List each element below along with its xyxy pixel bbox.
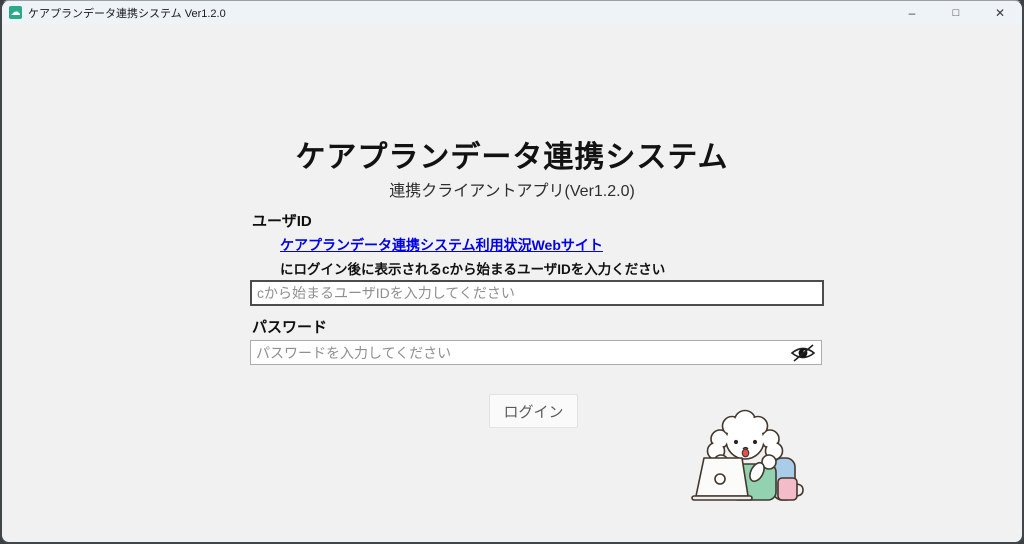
password-input[interactable]: [250, 340, 822, 365]
titlebar: ☁ ケアプランデータ連携システム Ver1.2.0 – □ ✕: [2, 1, 1022, 24]
poodle-at-laptop-illustration: [691, 409, 804, 501]
usage-website-link[interactable]: ケアプランデータ連携システム利用状況Webサイト: [280, 235, 603, 255]
page-title: ケアプランデータ連携システム: [295, 141, 729, 174]
user-id-instruction: にログイン後に表示されるcから始まるユーザIDを入力ください: [280, 262, 666, 277]
app-icon: ☁: [9, 6, 22, 19]
page-subtitle: 連携クライアントアプリ(Ver1.2.0): [389, 183, 635, 200]
maximize-button[interactable]: □: [934, 1, 978, 24]
minimize-button[interactable]: –: [890, 1, 934, 24]
window-title: ケアプランデータ連携システム Ver1.2.0: [28, 7, 226, 20]
user-id-label: ユーザID: [252, 213, 312, 230]
close-button[interactable]: ✕: [978, 1, 1022, 24]
eye-slash-icon[interactable]: [790, 344, 816, 362]
app-window: ☁ ケアプランデータ連携システム Ver1.2.0 – □ ✕ ケアプランデータ…: [0, 0, 1024, 544]
user-id-input[interactable]: [250, 280, 824, 306]
login-button[interactable]: ログイン: [489, 394, 578, 428]
window-controls: – □ ✕: [890, 1, 1022, 24]
password-label: パスワード: [252, 319, 328, 336]
